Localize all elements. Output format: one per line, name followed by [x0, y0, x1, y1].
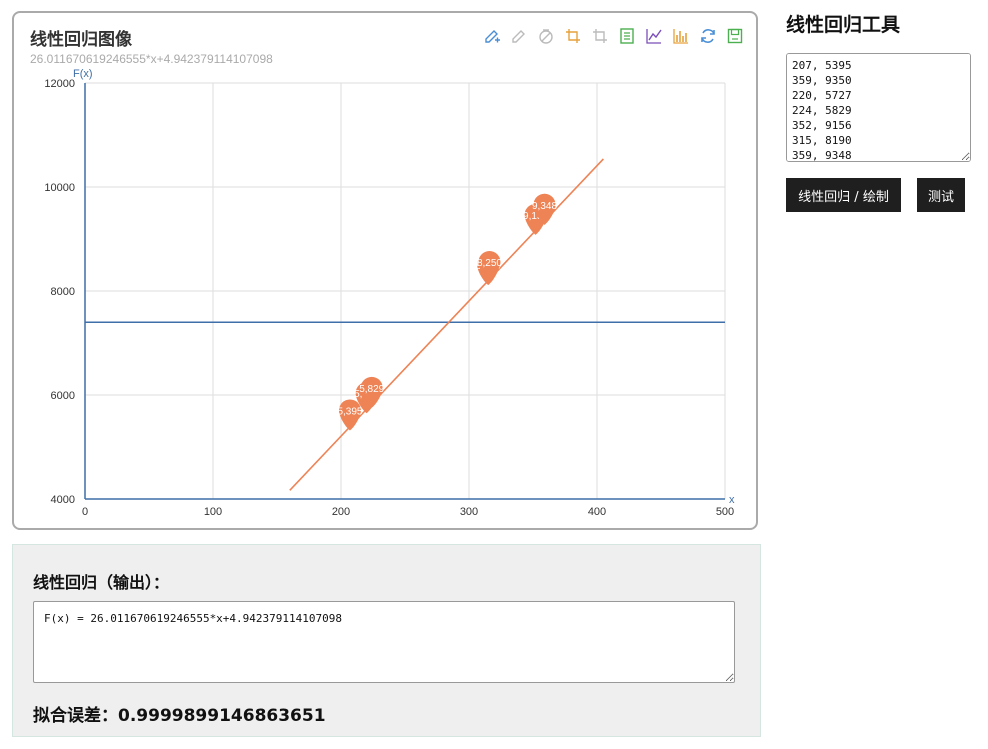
y-tick-label: 10000: [44, 182, 75, 194]
chart-subtitle: 26.011670619246555*x+4.942379114107098: [30, 52, 273, 66]
point-label: 5,395: [337, 406, 362, 417]
data-view-icon: [620, 28, 634, 44]
crop-icon: [566, 29, 580, 43]
regress-button[interactable]: 线性回归 / 绘制: [786, 178, 901, 212]
x-tick-label: 200: [332, 506, 350, 518]
test-button[interactable]: 测试: [917, 178, 965, 212]
x-tick-label: 500: [716, 506, 734, 518]
tool-title: 线性回归工具: [786, 14, 901, 36]
bar-chart-icon: [673, 29, 688, 44]
x-tick-label: 0: [82, 506, 88, 518]
x-tick-label: 300: [460, 506, 478, 518]
tool-panel: 线性回归工具 线性回归 / 绘制 测试: [786, 10, 976, 212]
y-tick-label: 4000: [51, 494, 75, 506]
fit-error-value: 0.9999899146863651: [118, 706, 326, 726]
crop-refresh-tool[interactable]: [589, 25, 611, 47]
eraser-icon: [539, 29, 553, 44]
save-icon: [727, 28, 743, 44]
refresh-tool[interactable]: [697, 25, 719, 47]
chart-title: 线性回归图像: [30, 30, 132, 50]
crop-tool[interactable]: [562, 25, 584, 47]
output-formula[interactable]: [33, 601, 735, 683]
y-axis-label: F(x): [73, 68, 93, 80]
data-view-tool[interactable]: [616, 25, 638, 47]
x-tick-label: 400: [588, 506, 606, 518]
pencil-plus-tool[interactable]: [481, 25, 503, 47]
line-chart-icon: [646, 29, 662, 44]
fit-error-label: 拟合误差：: [33, 706, 118, 726]
line-chart-tool[interactable]: [643, 25, 665, 47]
fit-error: 拟合误差：0.9999899146863651: [33, 701, 326, 726]
output-title: 线性回归（输出）：: [33, 573, 170, 592]
eraser-tool[interactable]: [535, 25, 557, 47]
save-tool[interactable]: [724, 25, 746, 47]
y-tick-label: 8000: [51, 286, 75, 298]
point-label: 9,348: [532, 201, 557, 212]
chart-canvas[interactable]: 0 100 200 300 400 500 4000 6000 8000 10000 12000F(…: [14, 13, 756, 528]
pencil-plus-icon: [485, 30, 500, 43]
chart-toolbar: [481, 25, 746, 47]
pencil-icon: [512, 30, 525, 43]
chart-panel: 0 100 200 300 400 500 4000 6000 8000 10000 12000 F(…: [12, 11, 758, 530]
refresh-icon: [701, 29, 715, 43]
bar-chart-tool[interactable]: [670, 25, 692, 47]
y-tick-label: 6000: [51, 390, 75, 402]
output-panel: 线性回归（输出）： 拟合误差：0.9999899146863651: [12, 544, 761, 737]
x-axis-label: x: [729, 494, 735, 506]
point-label: 5,829: [359, 384, 384, 395]
y-tick-label: 12000: [44, 78, 75, 90]
point-label: 8,250: [477, 258, 502, 269]
data-input[interactable]: [786, 53, 971, 162]
x-tick-label: 100: [204, 506, 222, 518]
crop-refresh-icon: [593, 29, 607, 43]
pencil-tool[interactable]: [508, 25, 530, 47]
